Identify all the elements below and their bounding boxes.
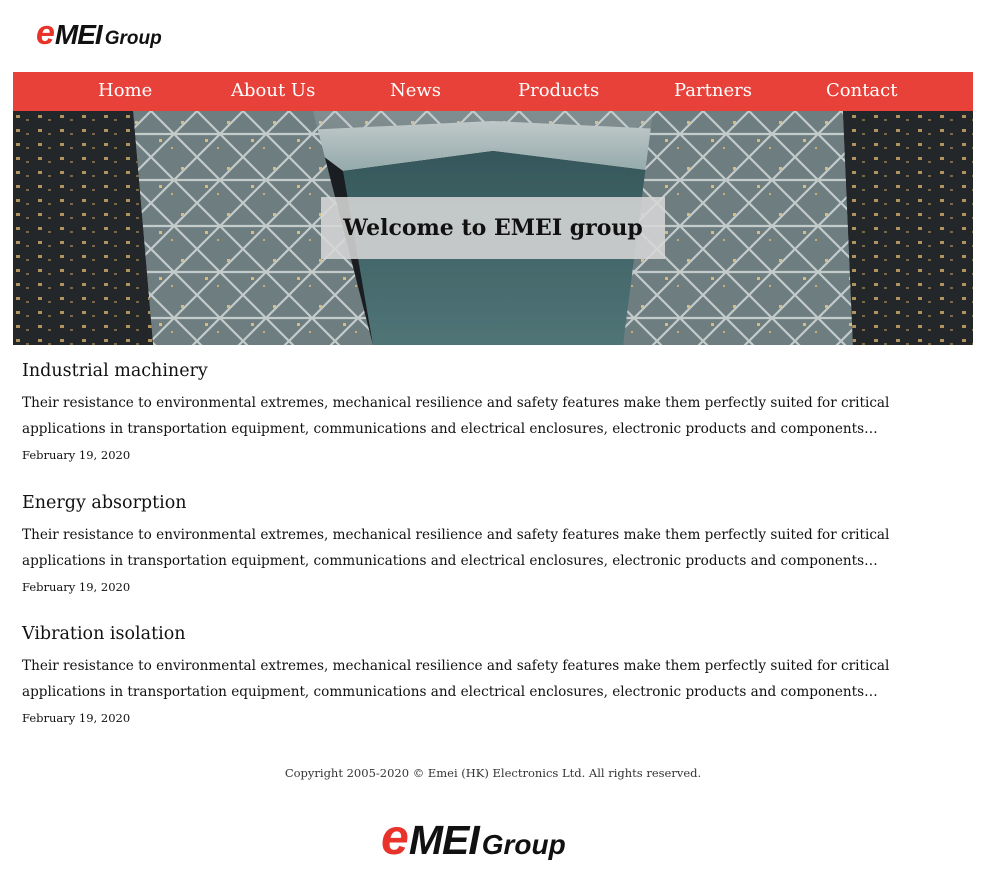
logo-group: Group (481, 829, 566, 860)
nav-contact[interactable]: Contact (826, 72, 897, 111)
nav-home[interactable]: Home (98, 72, 152, 111)
copyright-text: Copyright 2005-2020 © Emei (HK) Electron… (284, 766, 702, 780)
article-excerpt: Their resistance to environmental extrem… (22, 658, 890, 700)
article-excerpt: Their resistance to environmental extrem… (22, 395, 890, 437)
article-title[interactable]: Vibration isolation (22, 623, 942, 645)
article-title[interactable]: Industrial machinery (22, 360, 942, 382)
footer-logo[interactable]: e MEI Group (381, 812, 566, 862)
article-title[interactable]: Energy absorption (22, 492, 942, 514)
logo-mei: MEI (408, 817, 480, 863)
nav-partners[interactable]: Partners (674, 72, 752, 111)
header-logo[interactable]: e MEI Group (36, 16, 162, 50)
article-item: Energy absorption Their resistance to en… (22, 492, 942, 596)
article-item: Vibration isolation Their resistance to … (22, 623, 942, 727)
main-nav: Home About Us News Products Partners Con… (13, 72, 973, 111)
hero-title-box: Welcome to EMEI group (321, 197, 665, 259)
logo-e: e (36, 14, 55, 52)
logo-mei: MEI (54, 19, 103, 50)
article-date: February 19, 2020 (22, 711, 131, 725)
article-excerpt: Their resistance to environmental extrem… (22, 527, 890, 569)
logo-e: e (381, 809, 409, 865)
logo-group: Group (104, 28, 162, 49)
article-date: February 19, 2020 (22, 580, 131, 594)
nav-news[interactable]: News (390, 72, 441, 111)
nav-about-us[interactable]: About Us (231, 72, 315, 111)
hero-title: Welcome to EMEI group (343, 215, 643, 241)
nav-products[interactable]: Products (518, 72, 599, 111)
article-item: Industrial machinery Their resistance to… (22, 360, 942, 464)
article-date: February 19, 2020 (22, 448, 131, 462)
hero-banner: Welcome to EMEI group (13, 111, 973, 345)
